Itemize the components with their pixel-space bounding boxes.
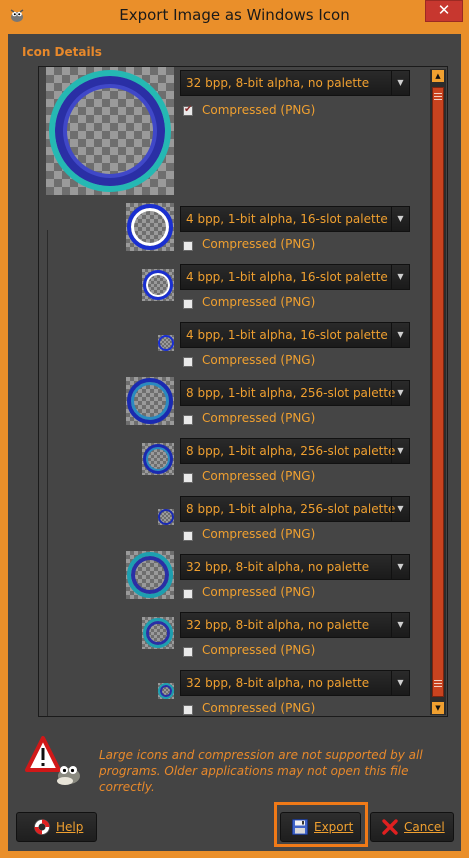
- format-select[interactable]: 4 bpp, 1-bit alpha, 16-slot palette ▼: [180, 264, 410, 290]
- export-button[interactable]: Export: [280, 812, 361, 842]
- compressed-label: Compressed (PNG): [202, 353, 316, 367]
- cancel-label: Cancel: [404, 820, 445, 834]
- chevron-down-icon: ▼: [391, 613, 409, 637]
- help-button[interactable]: Help: [16, 812, 97, 842]
- icon-preview: [158, 683, 174, 699]
- icon-preview: [158, 509, 174, 525]
- compressed-checkbox[interactable]: [183, 473, 193, 483]
- compressed-checkbox[interactable]: [183, 299, 193, 309]
- cancel-x-icon: [382, 819, 398, 835]
- section-title: Icon Details: [22, 45, 102, 59]
- chevron-down-icon: ▼: [391, 439, 409, 463]
- icon-list-panel: 32 bpp, 8-bit alpha, no palette ▼ Compre…: [38, 66, 448, 717]
- compressed-label: Compressed (PNG): [202, 103, 316, 117]
- chevron-down-icon: ▼: [391, 323, 409, 347]
- format-select[interactable]: 8 bpp, 1-bit alpha, 256-slot palette ▼: [180, 438, 410, 464]
- chevron-down-icon: ▼: [391, 265, 409, 289]
- icon-preview: [142, 443, 174, 475]
- chevron-down-icon: ▼: [391, 381, 409, 405]
- scroll-up-icon[interactable]: ▲: [432, 70, 444, 82]
- lifebuoy-icon: [34, 819, 50, 835]
- compressed-checkbox[interactable]: [183, 589, 193, 599]
- compressed-label: Compressed (PNG): [202, 701, 316, 715]
- icon-preview: [158, 335, 174, 351]
- compressed-label: Compressed (PNG): [202, 643, 316, 657]
- icon-preview: [46, 67, 174, 195]
- compressed-label: Compressed (PNG): [202, 527, 316, 541]
- format-select[interactable]: 32 bpp, 8-bit alpha, no palette ▼: [180, 670, 410, 696]
- dialog-window: Export Image as Windows Icon ✕ Icon Deta…: [0, 0, 469, 858]
- format-select[interactable]: 32 bpp, 8-bit alpha, no palette ▼: [180, 612, 410, 638]
- compressed-label: Compressed (PNG): [202, 585, 316, 599]
- cancel-button[interactable]: Cancel: [370, 812, 454, 842]
- compressed-checkbox[interactable]: [183, 647, 193, 657]
- scroll-down-icon[interactable]: ▼: [432, 702, 444, 714]
- format-select[interactable]: 8 bpp, 1-bit alpha, 256-slot palette ▼: [180, 380, 410, 406]
- compressed-label: Compressed (PNG): [202, 411, 316, 425]
- export-label: Export: [314, 820, 354, 834]
- icon-preview: [126, 551, 174, 599]
- compressed-checkbox[interactable]: [183, 104, 193, 116]
- compressed-label: Compressed (PNG): [202, 237, 316, 251]
- warning-icon: [25, 736, 80, 785]
- format-select[interactable]: 4 bpp, 1-bit alpha, 16-slot palette ▼: [180, 322, 410, 348]
- compressed-checkbox[interactable]: [183, 357, 193, 367]
- close-button[interactable]: ✕: [425, 0, 463, 22]
- icon-preview: [142, 269, 174, 301]
- compressed-checkbox[interactable]: [183, 531, 193, 541]
- chevron-down-icon: ▼: [391, 555, 409, 579]
- compressed-checkbox[interactable]: [183, 415, 193, 425]
- compressed-label: Compressed (PNG): [202, 469, 316, 483]
- warning-message: Large icons and compression are not supp…: [99, 748, 423, 794]
- format-select[interactable]: 4 bpp, 1-bit alpha, 16-slot palette ▼: [180, 206, 410, 232]
- chevron-down-icon: ▼: [391, 497, 409, 521]
- chevron-down-icon: ▼: [391, 71, 409, 95]
- compressed-checkbox[interactable]: [183, 705, 193, 715]
- title-bar: Export Image as Windows Icon ✕: [0, 0, 469, 33]
- format-select[interactable]: 8 bpp, 1-bit alpha, 256-slot palette ▼: [180, 496, 410, 522]
- vertical-scrollbar[interactable]: ▲ ▼: [430, 69, 446, 715]
- format-select[interactable]: 32 bpp, 8-bit alpha, no palette ▼: [180, 554, 410, 580]
- dialog-body: Icon Details 32 bpp, 8-bit alpha, no pal…: [8, 34, 461, 851]
- icon-preview: [126, 203, 174, 251]
- compressed-checkbox[interactable]: [183, 241, 193, 251]
- chevron-down-icon: ▼: [391, 207, 409, 231]
- floppy-disk-icon: [292, 819, 308, 835]
- window-title: Export Image as Windows Icon: [119, 6, 350, 24]
- chevron-down-icon: ▼: [391, 671, 409, 695]
- format-select[interactable]: 32 bpp, 8-bit alpha, no palette ▼: [180, 70, 410, 96]
- help-label: Help: [56, 820, 84, 834]
- icon-preview: [126, 377, 174, 425]
- scrollbar-thumb[interactable]: [432, 87, 444, 697]
- compressed-label: Compressed (PNG): [202, 295, 316, 309]
- icon-preview: [142, 617, 174, 649]
